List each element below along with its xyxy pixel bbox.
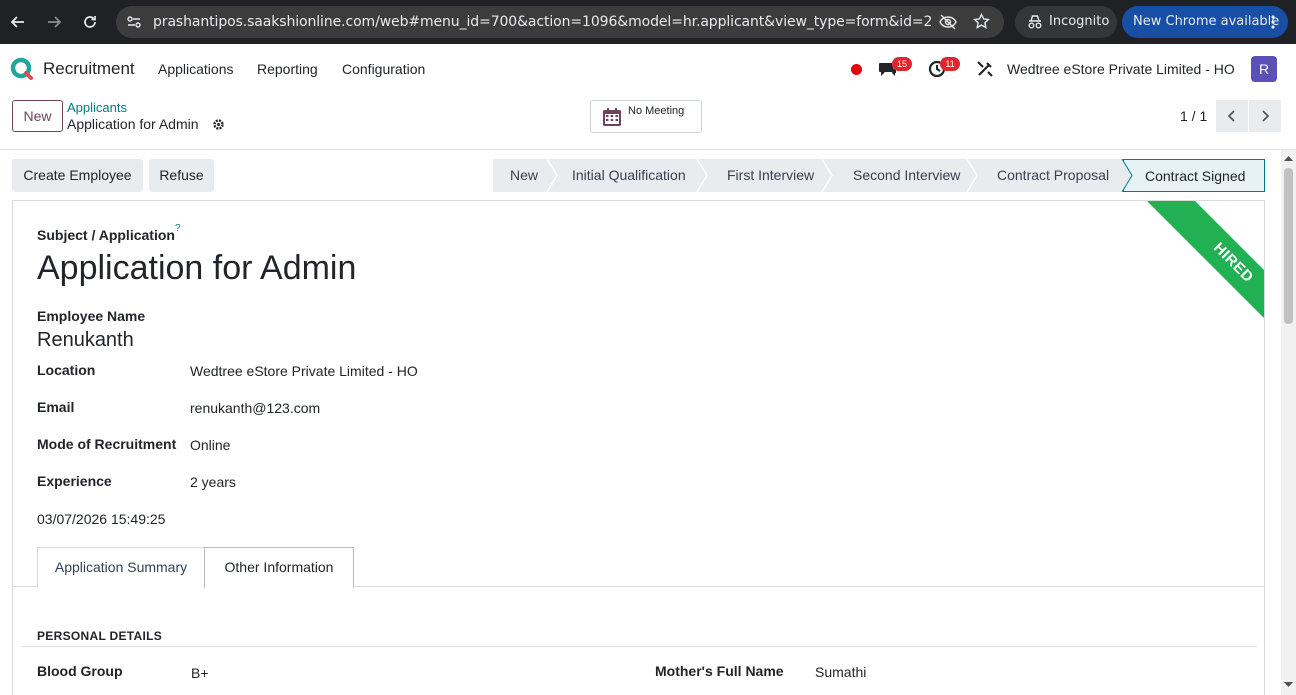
stage-separators (546, 159, 1133, 192)
incognito-icon (1028, 15, 1042, 29)
scroll-up-icon[interactable] (1284, 155, 1293, 161)
menu-applications[interactable]: Applications (158, 61, 234, 77)
blood-group-value[interactable]: B+ (191, 665, 209, 681)
meeting-label: No Meeting (628, 105, 685, 117)
kebab-menu-icon (1271, 15, 1275, 29)
gear-icon[interactable] (212, 118, 225, 131)
menu-reporting[interactable]: Reporting (257, 61, 318, 77)
breadcrumb-applicants[interactable]: Applicants (67, 100, 127, 115)
menu-configuration[interactable]: Configuration (342, 61, 425, 77)
activity-count-badge: 11 (940, 57, 960, 71)
create-employee-button[interactable]: Create Employee (12, 159, 143, 192)
control-panel: New Applicants Application for Admin No … (0, 94, 1296, 150)
reload-icon[interactable] (78, 10, 102, 34)
recording-dot-icon[interactable] (851, 64, 862, 75)
chevron-right-icon (1262, 110, 1270, 122)
address-bar[interactable]: prashantipos.saakshionline.com/web#menu_… (116, 6, 1004, 38)
email-value[interactable]: renukanth@123.com (190, 400, 320, 416)
location-value[interactable]: Wedtree eStore Private Limited - HO (190, 363, 418, 379)
personal-details-heading: PERSONAL DETAILS (37, 629, 163, 643)
scroll-down-icon[interactable] (1284, 682, 1293, 688)
pager-next-button[interactable] (1249, 100, 1281, 132)
browser-toolbar: prashantipos.saakshionline.com/web#menu_… (0, 0, 1296, 44)
blood-group-label: Blood Group (37, 663, 123, 679)
chevron-left-icon (1227, 110, 1235, 122)
application-datetime: 03/07/2026 15:49:25 (37, 511, 166, 527)
application-title[interactable]: Application for Admin (37, 249, 356, 288)
mode-of-recruitment-value[interactable]: Online (190, 437, 230, 453)
section-divider (21, 646, 1257, 647)
form-sheet: HIRED Subject / Application ? Applicatio… (12, 200, 1265, 695)
update-chrome-button[interactable]: New Chrome available (1122, 6, 1288, 38)
calendar-icon (603, 108, 621, 126)
mode-of-recruitment-label: Mode of Recruitment (37, 436, 177, 452)
experience-label: Experience (37, 473, 112, 489)
eye-off-icon[interactable] (939, 14, 957, 30)
pager-value[interactable]: 1 / 1 (1180, 108, 1207, 124)
subject-label: Subject / Application (37, 227, 175, 243)
experience-value[interactable]: 2 years (190, 474, 236, 490)
user-avatar[interactable]: R (1251, 56, 1277, 82)
employee-name-label: Employee Name (37, 308, 146, 324)
top-navbar: Recruitment Applications Reporting Confi… (0, 44, 1296, 94)
pager-previous-button[interactable] (1216, 100, 1248, 132)
tab-other-information[interactable]: Other Information (204, 547, 354, 588)
company-switcher[interactable]: Wedtree eStore Private Limited - HO (1007, 61, 1235, 77)
forward-icon[interactable] (42, 10, 66, 34)
notebook-tabs: Application Summary Other Information (13, 547, 1264, 588)
messages-count-badge: 15 (892, 57, 912, 71)
incognito-label: Incognito (1049, 14, 1110, 29)
debug-tools-icon[interactable] (976, 60, 994, 78)
help-tooltip-icon[interactable]: ? (175, 223, 181, 234)
scrollbar-thumb[interactable] (1284, 168, 1293, 324)
update-label: New Chrome available (1133, 14, 1280, 29)
back-icon[interactable] (6, 10, 30, 34)
employee-name-value[interactable]: Renukanth (37, 329, 134, 352)
tab-application-summary[interactable]: Application Summary (37, 547, 205, 587)
new-button[interactable]: New (12, 100, 63, 132)
refuse-button[interactable]: Refuse (149, 159, 214, 192)
bookmark-star-icon[interactable] (973, 13, 990, 30)
breadcrumb-current: Application for Admin (67, 116, 199, 132)
recruitment-app-icon[interactable] (10, 57, 34, 81)
meeting-button[interactable]: No Meeting (590, 100, 702, 133)
email-label: Email (37, 399, 75, 415)
location-label: Location (37, 362, 96, 378)
mother-name-label: Mother's Full Name (655, 663, 784, 679)
hired-ribbon: HIRED (1136, 201, 1264, 360)
mother-name-value[interactable]: Sumathi (815, 664, 866, 680)
site-info-icon[interactable] (126, 14, 142, 30)
incognito-indicator[interactable]: Incognito (1015, 6, 1117, 38)
app-name[interactable]: Recruitment (43, 59, 135, 79)
url-text: prashantipos.saakshionline.com/web#menu_… (153, 14, 933, 30)
